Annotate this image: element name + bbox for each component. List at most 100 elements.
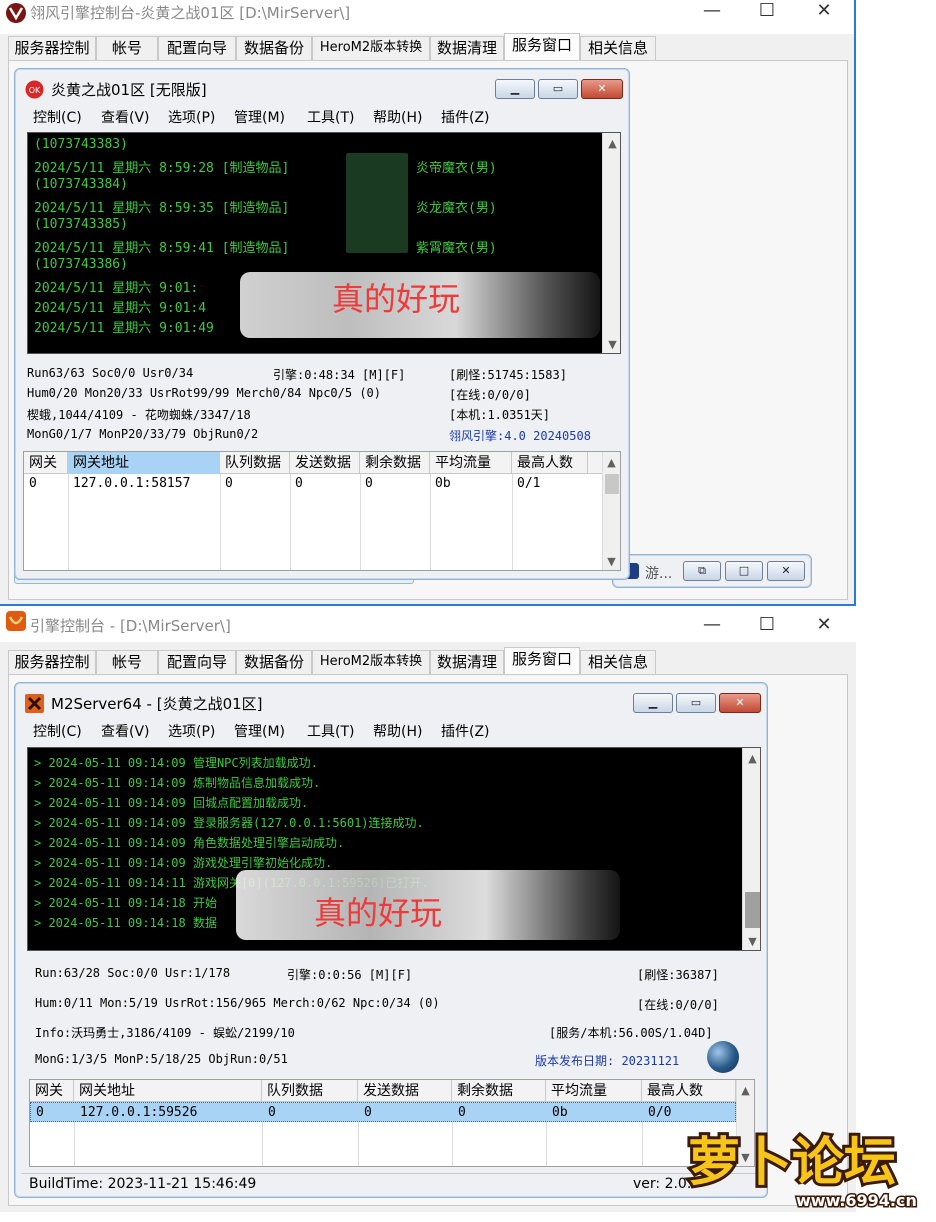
tab-account[interactable]: 帐号 xyxy=(96,650,158,674)
scroll-down-arrow[interactable]: ▼ xyxy=(743,935,760,948)
grid-header-cell[interactable]: 队列数据 xyxy=(220,452,290,474)
minimized-maximize-button[interactable]: □ xyxy=(725,561,763,581)
menu-manage[interactable]: 管理(M) xyxy=(234,720,285,744)
minimized-close-button[interactable]: ✕ xyxy=(767,561,805,581)
log-scrollbar[interactable]: ▲ ▼ xyxy=(742,748,760,950)
scroll-up-arrow[interactable]: ▲ xyxy=(603,137,620,150)
scroll-thumb[interactable] xyxy=(745,892,760,928)
minimize-button[interactable]: — xyxy=(690,0,734,26)
tab-server-control[interactable]: 服务器控制 xyxy=(8,650,96,674)
close-button[interactable]: ✕ xyxy=(802,0,846,26)
menu-options[interactable]: 选项(P) xyxy=(168,720,215,744)
status-monster-refresh: [刷怪:36387] xyxy=(637,968,719,982)
grid-column-divider xyxy=(546,1122,547,1166)
menu-manage[interactable]: 管理(M) xyxy=(234,106,285,130)
status-mon: MonG:1/3/5 MonP:5/18/25 ObjRun:0/51 xyxy=(35,1052,288,1066)
tab-account[interactable]: 帐号 xyxy=(96,36,158,60)
grid-header-cell[interactable]: 剩余数据 xyxy=(360,452,430,474)
log-line: > 2024-05-11 09:14:09 回城点配置加载成功. xyxy=(34,796,309,810)
svg-text:萝卜论坛: 萝卜论坛 xyxy=(688,1133,896,1193)
child-menu-bar: 控制(C) 查看(V) 选项(P) 管理(M) 工具(T) 帮助(H) 插件(Z… xyxy=(29,106,619,130)
grid-header-cell[interactable]: 发送数据 xyxy=(358,1080,452,1102)
menu-tools[interactable]: 工具(T) xyxy=(307,720,354,744)
minimize-button[interactable]: — xyxy=(690,614,734,640)
tab-related-info[interactable]: 相关信息 xyxy=(580,650,656,674)
child-window-title: 炎黄之战01区 [无限版] xyxy=(51,81,207,99)
tab-server-control[interactable]: 服务器控制 xyxy=(8,36,96,60)
m2-app-icon xyxy=(25,694,44,713)
child-minimize-button[interactable]: ▁ xyxy=(495,79,535,99)
grid-header-cell[interactable]: 网关 xyxy=(30,1080,74,1102)
globe-icon[interactable] xyxy=(707,1041,739,1073)
maximize-button[interactable]: ☐ xyxy=(745,614,789,640)
minimized-child-window[interactable]: 游... ⧉ □ ✕ xyxy=(612,554,812,588)
tab-data-backup[interactable]: 数据备份 xyxy=(236,650,312,674)
menu-view[interactable]: 查看(V) xyxy=(101,106,150,130)
tab-data-cleanup[interactable]: 数据清理 xyxy=(430,650,504,674)
grid-header-cell[interactable]: 最高人数 xyxy=(642,1080,736,1102)
maximize-button[interactable]: ☐ xyxy=(745,0,789,26)
menu-control[interactable]: 控制(C) xyxy=(33,106,82,130)
log-scrollbar[interactable]: ▲ ▼ xyxy=(602,133,620,353)
status-hum: Hum:0/11 Mon:5/19 UsrRot:156/965 Merch:0… xyxy=(35,996,440,1010)
scroll-thumb[interactable] xyxy=(605,474,619,494)
svg-text:www.6994.cn: www.6994.cn xyxy=(796,1191,917,1210)
close-button[interactable]: ✕ xyxy=(802,614,846,640)
menu-tools[interactable]: 工具(T) xyxy=(307,106,354,130)
tab-herom2-convert[interactable]: HeroM2版本转换 xyxy=(312,36,430,60)
minimized-restore-button[interactable]: ⧉ xyxy=(683,561,721,581)
log-line: 2024/5/11 星期六 8:59:35 [制造物品] xyxy=(34,201,290,216)
status-service-uptime: [服务/本机:56.00S/1.04D] xyxy=(549,1026,713,1040)
child-minimize-button[interactable]: ▁ xyxy=(633,693,673,713)
grid-column-divider xyxy=(290,474,291,570)
grid-scrollbar[interactable]: ▲ ▼ xyxy=(602,452,620,570)
tab-service-window[interactable]: 服务窗口 xyxy=(504,647,580,674)
status-online: [在线:0/0/0] xyxy=(637,998,719,1012)
child-close-button[interactable]: ✕ xyxy=(719,693,761,713)
grid-header-cell[interactable]: 平均流量 xyxy=(430,452,512,474)
grid-column-divider xyxy=(512,474,513,570)
grid-cell: 0 xyxy=(295,476,303,491)
grid-cell: 127.0.0.1:59526 xyxy=(80,1105,198,1120)
table-row[interactable]: 0 127.0.0.1:58157 0 0 0 0b 0/1 xyxy=(24,474,602,494)
log-item-name: 炎帝魔衣(男) xyxy=(416,161,497,176)
grid-header-cell[interactable]: 网关地址 xyxy=(74,1080,262,1102)
tab-config-wizard[interactable]: 配置向导 xyxy=(158,650,236,674)
menu-plugins[interactable]: 插件(Z) xyxy=(441,720,490,744)
table-row[interactable]: 0 127.0.0.1:59526 0 0 0 0b 0/0 xyxy=(30,1102,736,1122)
menu-help[interactable]: 帮助(H) xyxy=(373,720,422,744)
tab-config-wizard[interactable]: 配置向导 xyxy=(158,36,236,60)
gateway-grid: 网关 网关地址 队列数据 发送数据 剩余数据 平均流量 最高人数 0 127.0… xyxy=(29,1079,755,1167)
grid-cell: 0 xyxy=(365,476,373,491)
forum-logo-graphic: 萝卜论坛 www.6994.cn xyxy=(685,1130,918,1212)
status-online: [在线:0/0/0] xyxy=(449,388,531,402)
tab-related-info[interactable]: 相关信息 xyxy=(580,36,656,60)
child-close-button[interactable]: ✕ xyxy=(581,79,623,99)
grid-header-cell[interactable]: 发送数据 xyxy=(290,452,360,474)
scroll-down-arrow[interactable]: ▼ xyxy=(603,555,620,568)
grid-header-cell[interactable]: 平均流量 xyxy=(546,1080,642,1102)
grid-header-cell[interactable]: 网关地址 xyxy=(68,452,220,474)
menu-plugins[interactable]: 插件(Z) xyxy=(441,106,490,130)
menu-control[interactable]: 控制(C) xyxy=(33,720,82,744)
tab-data-backup[interactable]: 数据备份 xyxy=(236,36,312,60)
tab-herom2-convert[interactable]: HeroM2版本转换 xyxy=(312,650,430,674)
log-line: > 2024-05-11 09:14:09 炼制物品信息加载成功. xyxy=(34,776,321,790)
grid-header-cell[interactable]: 队列数据 xyxy=(262,1080,358,1102)
scroll-down-arrow[interactable]: ▼ xyxy=(603,338,620,351)
child-window-title: M2Server64 - [炎黄之战01区] xyxy=(51,695,263,713)
child-maximize-button[interactable]: ▭ xyxy=(676,693,716,713)
tab-service-window[interactable]: 服务窗口 xyxy=(504,33,580,60)
menu-help[interactable]: 帮助(H) xyxy=(373,106,422,130)
grid-header-cell[interactable]: 剩余数据 xyxy=(452,1080,546,1102)
menu-view[interactable]: 查看(V) xyxy=(101,720,150,744)
scroll-up-arrow[interactable]: ▲ xyxy=(603,456,620,469)
scroll-up-arrow[interactable]: ▲ xyxy=(743,752,760,765)
menu-options[interactable]: 选项(P) xyxy=(168,106,215,130)
grid-header-cell[interactable]: 最高人数 xyxy=(512,452,588,474)
tab-data-cleanup[interactable]: 数据清理 xyxy=(430,36,504,60)
scroll-up-arrow[interactable]: ▲ xyxy=(737,1084,754,1097)
child-maximize-button[interactable]: ▭ xyxy=(538,79,578,99)
grid-header-cell[interactable]: 网关 xyxy=(24,452,68,474)
release-date: 版本发布日期: 20231121 xyxy=(535,1054,680,1068)
